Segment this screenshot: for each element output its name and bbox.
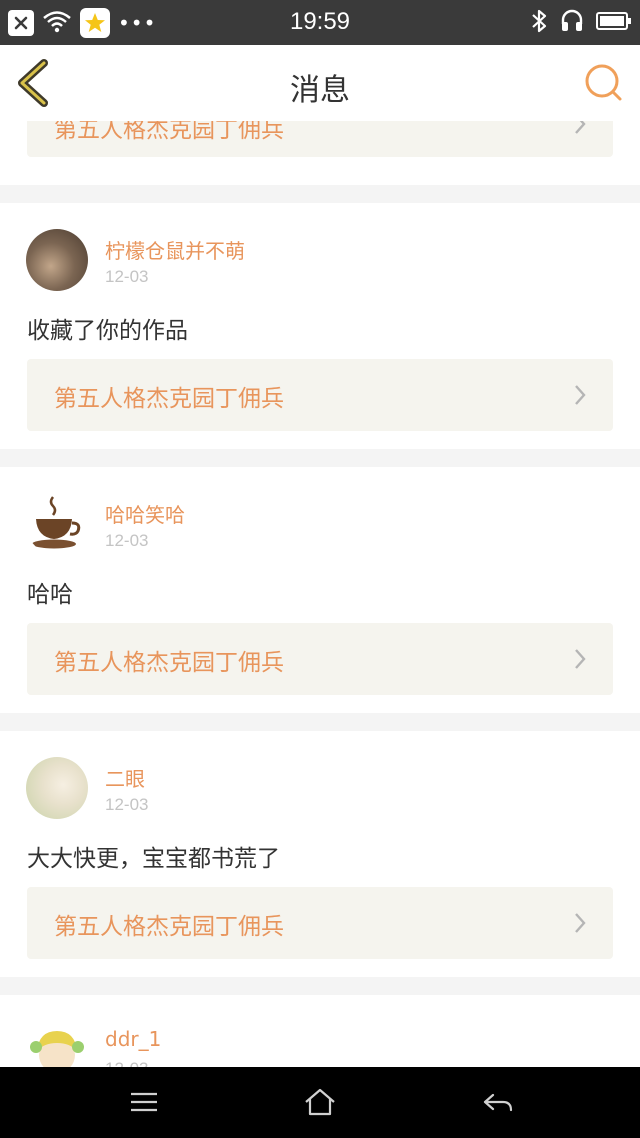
back-nav-button[interactable]: [481, 1087, 515, 1117]
status-bar: ••• 19:59: [0, 0, 640, 45]
message-date: 12-03: [105, 795, 149, 814]
menu-button[interactable]: [127, 1087, 161, 1117]
username[interactable]: 二眼: [105, 763, 145, 792]
message-text: 哈哈: [27, 582, 73, 608]
work-title: 第五人格杰克园丁佣兵: [54, 650, 284, 676]
message-list[interactable]: 第五人格杰克园丁佣兵 柠檬仓鼠并不萌 12-03 收藏了你的作品 第五人格杰克园…: [0, 121, 640, 1067]
avatar[interactable]: [26, 229, 88, 291]
work-link[interactable]: 第五人格杰克园丁佣兵: [27, 623, 613, 695]
work-title: 第五人格杰克园丁佣兵: [54, 121, 284, 143]
username[interactable]: 哈哈笑哈: [105, 499, 185, 528]
app-header: 消息: [0, 45, 640, 122]
message-card: ddr_1 12-03: [0, 995, 640, 1067]
avatar[interactable]: [26, 1021, 88, 1067]
chevron-right-icon: [575, 385, 586, 405]
battery-icon: [596, 11, 632, 35]
message-date: 12-03: [105, 531, 149, 550]
message-date: 12-03: [105, 267, 149, 286]
work-link[interactable]: 第五人格杰克园丁佣兵: [27, 359, 613, 431]
avatar[interactable]: [26, 493, 88, 555]
status-right-icons: [530, 8, 632, 38]
work-title: 第五人格杰克园丁佣兵: [54, 386, 284, 412]
message-text: 大大快更，宝宝都书荒了: [27, 846, 280, 872]
system-nav-bar: [0, 1067, 640, 1138]
username[interactable]: ddr_1: [105, 1027, 161, 1051]
message-card: 第五人格杰克园丁佣兵: [0, 121, 640, 185]
back-arrow-icon: [483, 1093, 513, 1112]
menu-icon: [131, 1092, 157, 1112]
search-icon: [585, 64, 622, 101]
page-title: 消息: [290, 73, 350, 108]
message-text: 收藏了你的作品: [27, 318, 188, 344]
work-link[interactable]: 第五人格杰克园丁佣兵: [27, 121, 613, 157]
anime-avatar-icon: [30, 1031, 84, 1067]
work-link[interactable]: 第五人格杰克园丁佣兵: [27, 887, 613, 959]
coffee-cup-icon: [32, 496, 81, 549]
home-button[interactable]: [303, 1087, 337, 1117]
bluetooth-icon: [530, 8, 548, 38]
work-title: 第五人格杰克园丁佣兵: [54, 914, 284, 940]
search-button[interactable]: [582, 61, 626, 105]
chevron-right-icon: [575, 121, 586, 134]
chevron-right-icon: [575, 913, 586, 933]
message-date: 12-03: [105, 1059, 148, 1067]
message-card: 二眼 12-03 大大快更，宝宝都书荒了 第五人格杰克园丁佣兵: [0, 731, 640, 977]
home-icon: [305, 1088, 335, 1116]
avatar[interactable]: [26, 757, 88, 819]
chevron-right-icon: [575, 649, 586, 669]
headset-icon: [560, 8, 584, 38]
message-card: 柠檬仓鼠并不萌 12-03 收藏了你的作品 第五人格杰克园丁佣兵: [0, 203, 640, 449]
username[interactable]: 柠檬仓鼠并不萌: [105, 235, 245, 264]
message-card: 哈哈笑哈 12-03 哈哈 第五人格杰克园丁佣兵: [0, 467, 640, 713]
